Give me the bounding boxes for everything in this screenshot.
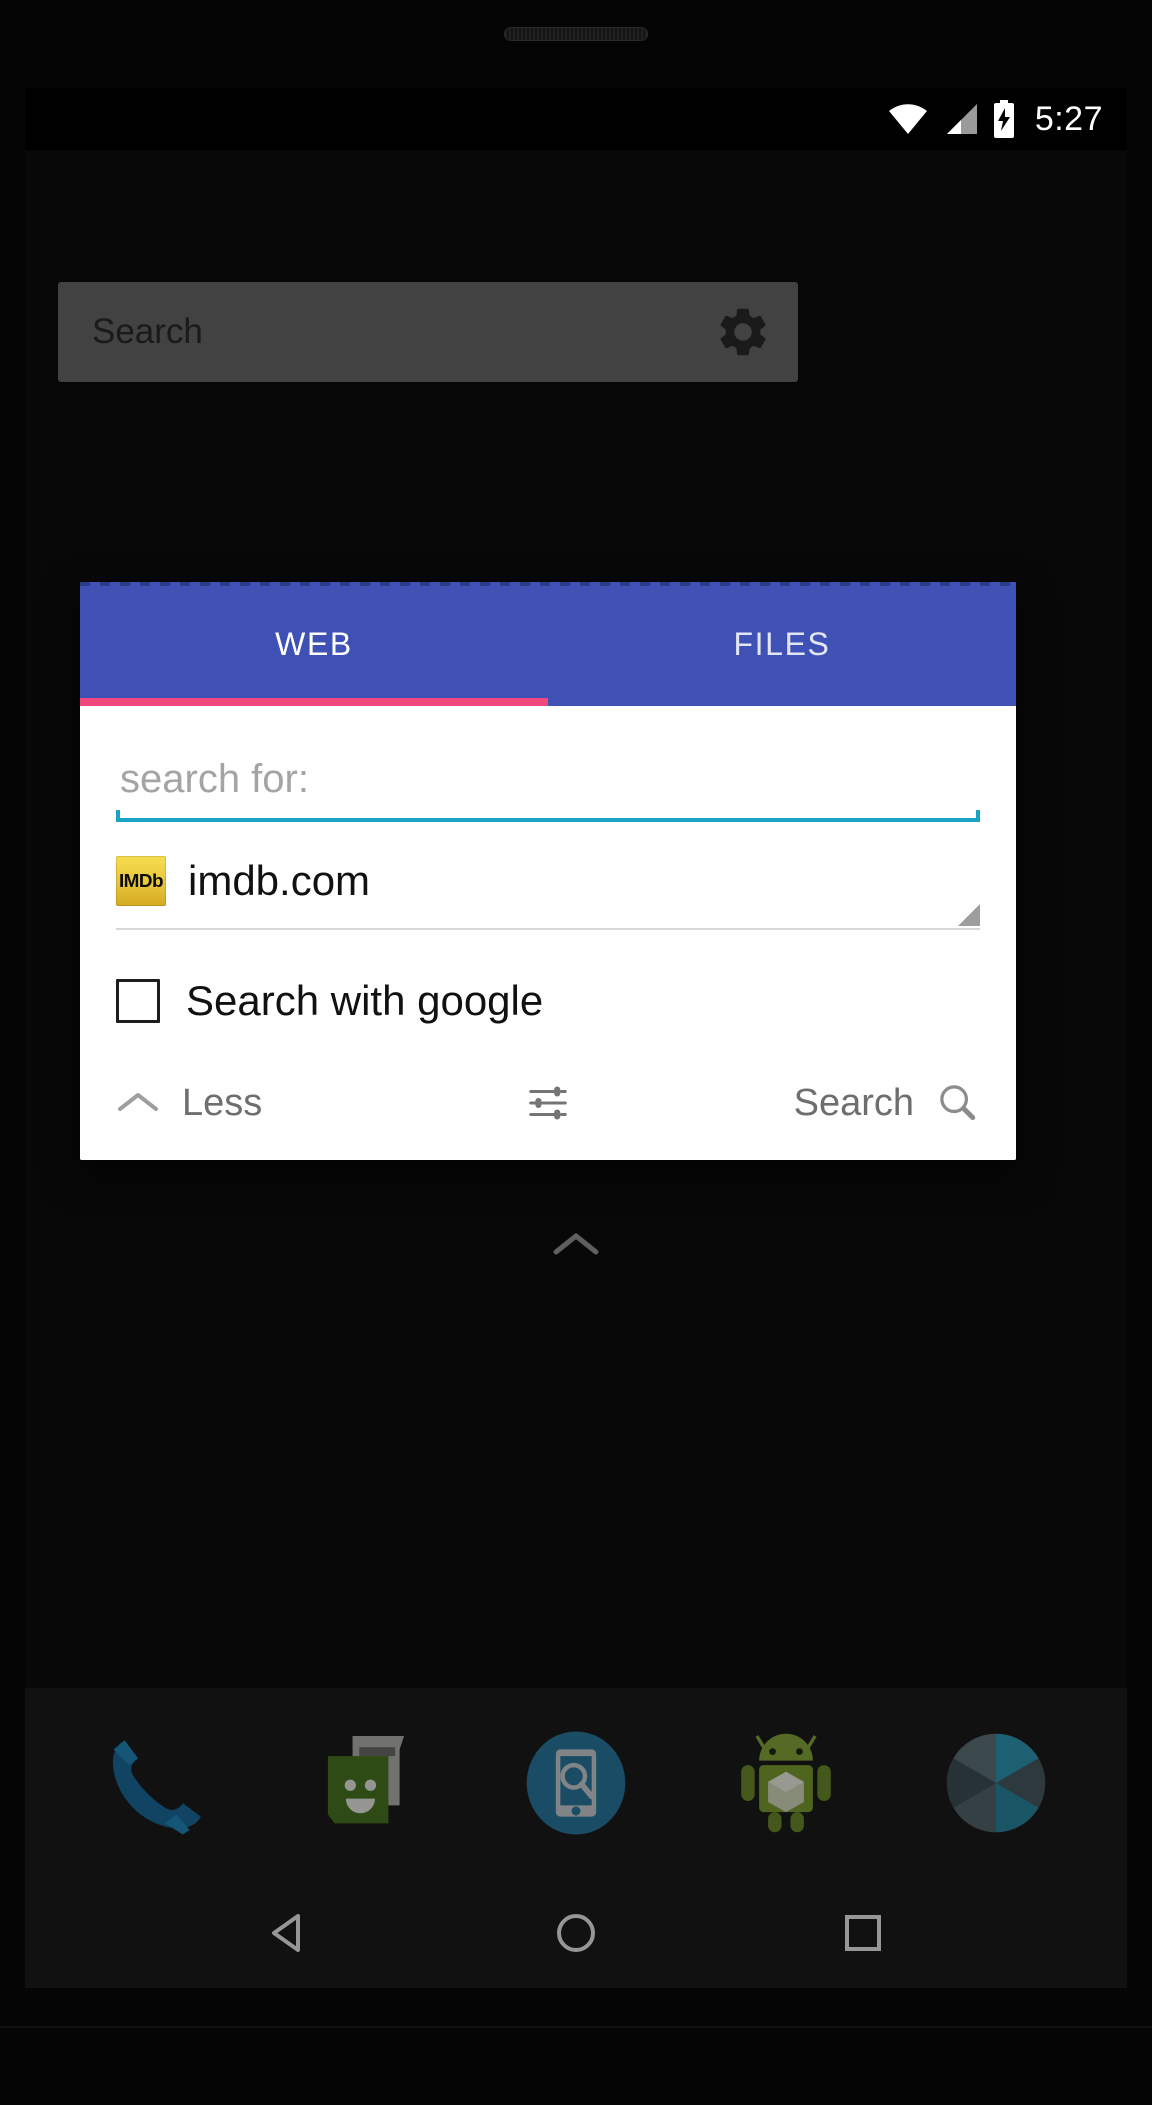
magnifier-icon xyxy=(940,1085,976,1121)
dock-icon-row xyxy=(25,1688,1127,1878)
device-bezel-top xyxy=(0,0,1152,88)
chevron-up-icon xyxy=(118,1093,158,1111)
search-dialog: WEB FILES IMDb imdb.com xyxy=(80,582,1016,1160)
device-frame: 5:27 Search WEB FILES search for: IMDb i… xyxy=(0,0,1152,2105)
tune-button[interactable] xyxy=(525,1080,571,1126)
search-with-google-row[interactable]: Search with google xyxy=(116,956,980,1046)
all-apps-arrow[interactable] xyxy=(25,1230,1127,1260)
dialog-action-row: Less Search xyxy=(80,1046,1016,1160)
dialog-body: IMDb imdb.com Search with google xyxy=(80,740,1016,1160)
less-label: Less xyxy=(182,1081,263,1124)
google-search-widget[interactable]: Search xyxy=(58,282,798,382)
search-field-wrap xyxy=(116,740,980,822)
camera-shutter-icon[interactable] xyxy=(940,1727,1052,1839)
dock xyxy=(25,1688,1127,1988)
cell-signal-icon xyxy=(946,104,977,134)
earpiece-speaker xyxy=(504,27,648,41)
search-submit-button[interactable]: Search xyxy=(794,1080,980,1126)
tab-indicator xyxy=(80,698,548,706)
status-bar: 5:27 xyxy=(25,88,1127,150)
chevron-up-icon xyxy=(553,1233,599,1255)
device-search-icon[interactable] xyxy=(520,1727,632,1839)
recents-square-icon[interactable] xyxy=(834,1904,892,1962)
gear-icon[interactable] xyxy=(714,303,772,361)
battery-charging-icon xyxy=(993,100,1014,138)
status-bar-clock: 5:27 xyxy=(1034,100,1103,138)
search-with-google-label: Search with google xyxy=(186,977,544,1024)
search-engine-spinner[interactable]: IMDb imdb.com xyxy=(116,834,980,930)
device-bezel-bottom xyxy=(0,1988,1152,2105)
phone-screen: 5:27 Search WEB FILES search for: IMDb i… xyxy=(25,88,1127,1988)
wifi-icon xyxy=(888,104,927,134)
search-engine-label: imdb.com xyxy=(188,857,371,904)
search-input[interactable] xyxy=(116,740,980,818)
search-input-underline xyxy=(116,810,980,822)
home-circle-icon[interactable] xyxy=(547,1904,605,1962)
android-robot-icon[interactable] xyxy=(730,1727,842,1839)
phone-icon[interactable] xyxy=(100,1727,212,1839)
imdb-icon-label: IMDb xyxy=(118,870,164,891)
spinner-caret-icon xyxy=(958,904,980,926)
back-triangle-icon[interactable] xyxy=(260,1904,318,1962)
tab-files[interactable]: FILES xyxy=(548,582,1016,706)
search-with-google-checkbox[interactable] xyxy=(116,979,160,1023)
tab-web[interactable]: WEB xyxy=(80,582,548,706)
messaging-icon[interactable] xyxy=(310,1727,422,1839)
navigation-bar xyxy=(25,1878,1127,1988)
less-button[interactable]: Less xyxy=(116,1082,262,1125)
search-widget-label: Search xyxy=(92,312,203,351)
imdb-icon: IMDb xyxy=(116,856,166,906)
tune-sliders-icon xyxy=(529,1086,567,1120)
search-submit-label: Search xyxy=(793,1081,914,1124)
dialog-tab-bar: WEB FILES xyxy=(80,582,1016,706)
dialog-action-row-inner: Less Search xyxy=(116,1046,980,1160)
